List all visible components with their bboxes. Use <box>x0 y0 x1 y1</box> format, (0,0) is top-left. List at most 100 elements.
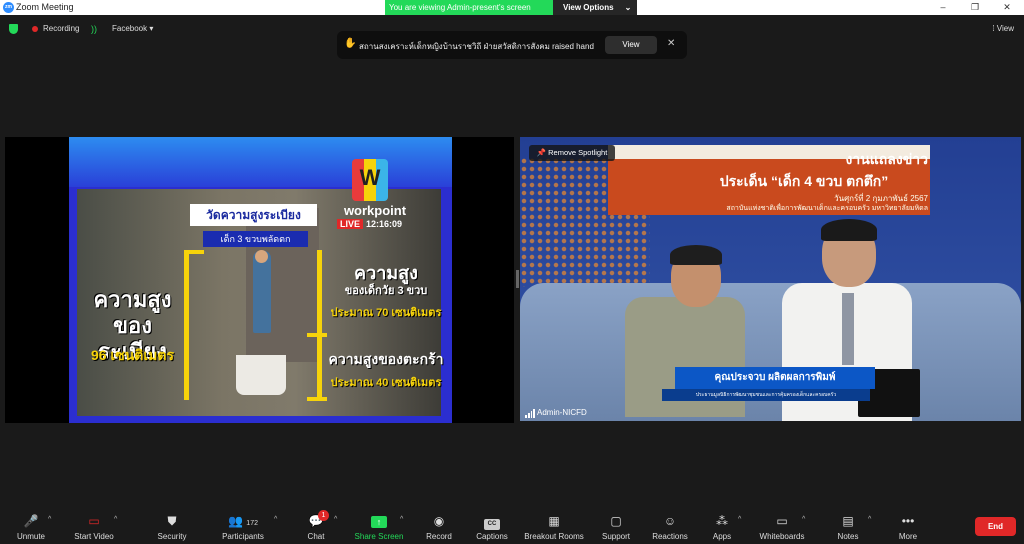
tv-news-frame: วัดความสูงระเบียง เด็ก 3 ขวบพลัดตก ความส… <box>69 137 452 423</box>
audio-options-caret[interactable]: ^ <box>48 516 51 523</box>
screen-share-banner: You are viewing Admin-present's screen V… <box>385 0 637 15</box>
workpoint-logo-letter: W <box>359 165 381 190</box>
stair-height-value: 96 เซนติเมตร <box>90 347 175 363</box>
remove-spotlight-label: Remove Spotlight <box>548 148 608 157</box>
share-screen-button[interactable]: ↑ Share Screen <box>352 508 406 544</box>
measure-bar-left <box>184 250 189 400</box>
close-window-button[interactable]: ✕ <box>991 0 1023 15</box>
more-dots-icon: ••• <box>901 514 915 528</box>
recording-indicator[interactable]: Recording <box>43 24 79 33</box>
start-video-label: Start Video <box>74 532 114 541</box>
reactions-label: Reactions <box>652 532 688 541</box>
facebook-live-dropdown[interactable]: Facebook ▾ <box>112 24 153 33</box>
poster-headline: ประเด็น “เด็ก 4 ขวบ ตกตึก” <box>719 173 889 189</box>
more-label: More <box>898 532 918 541</box>
apps-options-caret[interactable]: ^ <box>738 516 741 523</box>
reactions-button[interactable]: ☺ Reactions <box>650 508 690 544</box>
share-screen-icon: ↑ <box>371 516 387 528</box>
kid-height-sub: ของเด็กวัย 3 ขวบ <box>344 285 428 297</box>
view-options-button[interactable]: View Options ⌄ <box>553 0 637 15</box>
poster-organization: สถาบันแห่งชาติเพื่อการพัฒนาเด็กและครอบคร… <box>726 205 928 212</box>
zoom-logo-icon: zm <box>3 2 14 13</box>
recording-dot-icon <box>32 26 38 32</box>
speaker-nameplate: คุณประจวบ ผลิตผลการพิมพ์ <box>675 367 875 389</box>
live-timestamp: LIVE 12:16:09 <box>337 219 437 229</box>
participants-button[interactable]: 👥 172 Participants <box>218 508 268 544</box>
apps-icon: ⁂ <box>716 514 728 528</box>
end-meeting-button[interactable]: End <box>975 517 1016 536</box>
notification-close-icon[interactable]: ✕ <box>667 38 675 49</box>
whiteboard-options-caret[interactable]: ^ <box>802 516 805 523</box>
participants-icon: 👥 172 <box>228 514 258 528</box>
child-head <box>255 250 268 263</box>
spotlight-video[interactable]: งานแถลงข่าว ประเด็น “เด็ก 4 ขวบ ตกตึก” ว… <box>520 137 1021 421</box>
speaker-right-tie <box>842 293 854 365</box>
remove-spotlight-button[interactable]: 📌 Remove Spotlight <box>529 145 615 161</box>
live-time: 12:16:09 <box>366 219 403 229</box>
maximize-button[interactable]: ❐ <box>959 0 991 15</box>
speaker-left-hair <box>670 245 722 265</box>
participants-options-caret[interactable]: ^ <box>274 516 277 523</box>
live-badge: LIVE <box>337 219 364 229</box>
record-label: Record <box>426 532 452 541</box>
raised-hand-notification: ✋ สถานสงเคราะห์เด็กหญิงบ้านราชวิถี ฝ่ายส… <box>337 31 687 59</box>
chat-options-caret[interactable]: ^ <box>334 516 337 523</box>
notes-options-caret[interactable]: ^ <box>868 516 871 523</box>
more-button[interactable]: ••• More <box>894 508 922 544</box>
chevron-down-icon: ⌄ <box>624 3 632 12</box>
security-button[interactable]: ⛊ Security <box>152 508 192 544</box>
whiteboards-button[interactable]: ▭ Whiteboards <box>756 508 808 544</box>
captions-button[interactable]: CC Captions <box>472 508 512 544</box>
shared-screen-video[interactable]: วัดความสูงระเบียง เด็ก 3 ขวบพลัดตก ความส… <box>5 137 514 423</box>
measure-tick <box>307 333 327 337</box>
notification-view-button[interactable]: View <box>605 36 657 54</box>
poster-title: งานแถลงข่าว <box>845 151 928 167</box>
support-label: Support <box>601 532 631 541</box>
child-figure <box>253 251 271 333</box>
unmute-button[interactable]: 🎤 Unmute <box>12 508 50 544</box>
signal-bars-icon <box>525 409 535 418</box>
captions-label: Captions <box>476 532 508 541</box>
notes-icon: ▤ <box>842 514 854 528</box>
minimize-button[interactable]: – <box>927 0 959 15</box>
basket-height-label: ความสูงของตะกร้า <box>328 351 444 367</box>
view-button[interactable]: ⁞ View <box>992 24 1014 33</box>
microphone-muted-icon: 🎤 <box>23 514 39 528</box>
security-shield-icon: ⛊ <box>167 514 177 528</box>
viewing-screen-text: You are viewing Admin-present's screen <box>385 0 553 15</box>
video-off-icon: ▭ <box>88 514 100 528</box>
record-icon: ◉ <box>433 514 445 528</box>
reactions-icon: ☺ <box>663 514 677 528</box>
captions-icon-wrap: CC <box>472 514 512 530</box>
kid-height-value: ประมาณ 70 เซนติเมตร <box>330 307 442 319</box>
encryption-shield-icon[interactable] <box>9 24 18 34</box>
share-screen-icon-wrap: ↑ <box>352 514 406 528</box>
whiteboard-icon: ▭ <box>776 514 788 528</box>
whiteboards-label: Whiteboards <box>759 532 805 541</box>
participant-name: Admin-NICFD <box>537 408 587 417</box>
share-screen-label: Share Screen <box>354 532 404 541</box>
speaker-right-hair <box>821 219 877 241</box>
split-view-handle[interactable] <box>516 270 519 288</box>
laundry-basket <box>236 355 286 395</box>
share-options-caret[interactable]: ^ <box>400 516 403 523</box>
apps-button[interactable]: ⁂ Apps <box>708 508 736 544</box>
video-options-caret[interactable]: ^ <box>114 516 117 523</box>
view-options-label: View Options <box>563 3 614 12</box>
meeting-controls: 🎤 Unmute ^ ▭ Start Video ^ ⛊ Security 👥 … <box>0 506 1024 544</box>
participant-count: 172 <box>246 520 258 527</box>
measure-bar-right <box>317 250 322 400</box>
chat-label: Chat <box>307 532 325 541</box>
security-label: Security <box>157 532 187 541</box>
support-button[interactable]: ▢ Support <box>598 508 634 544</box>
breakout-rooms-label: Breakout Rooms <box>524 532 584 541</box>
breakout-rooms-icon: ▦ <box>548 514 560 528</box>
chat-unread-badge: 1 <box>318 510 329 521</box>
workpoint-name: workpoint <box>343 203 407 218</box>
record-button[interactable]: ◉ Record <box>422 508 456 544</box>
tv-title: วัดความสูงระเบียง <box>190 204 317 226</box>
basket-height-value: ประมาณ 40 เซนติเมตร <box>330 377 442 389</box>
start-video-button[interactable]: ▭ Start Video <box>70 508 118 544</box>
notes-button[interactable]: ▤ Notes <box>834 508 862 544</box>
breakout-rooms-button[interactable]: ▦ Breakout Rooms <box>522 508 586 544</box>
